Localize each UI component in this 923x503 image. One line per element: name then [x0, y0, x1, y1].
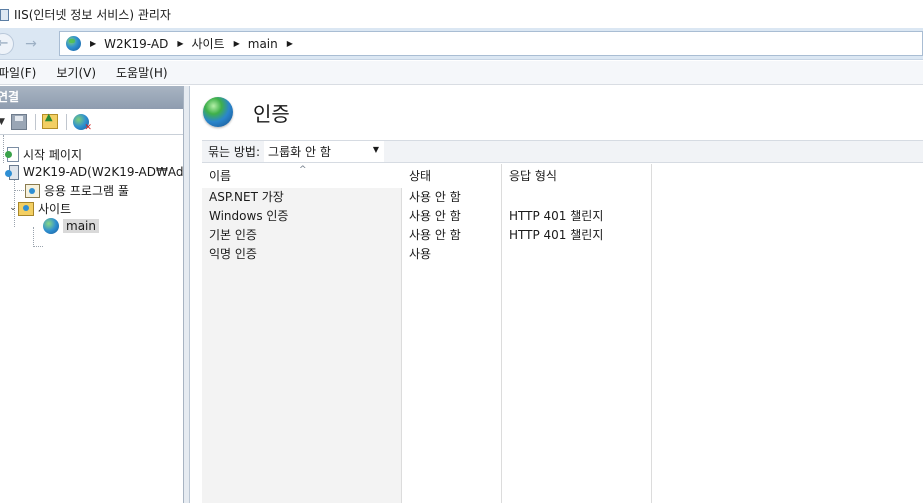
- breadcrumb-main[interactable]: main: [248, 37, 278, 51]
- tree-item-main[interactable]: main: [43, 217, 99, 235]
- up-folder-icon[interactable]: [41, 112, 58, 129]
- breadcrumb-separator-icon[interactable]: ▶: [177, 39, 183, 48]
- site-globe-icon: [43, 218, 59, 234]
- tree-item-label: 시작 페이지: [23, 147, 83, 162]
- table-row[interactable]: ASP.NET 가장: [202, 188, 284, 207]
- table-cell-status: 사용 안 함: [409, 190, 461, 204]
- table-cell-status: 사용 안 함: [409, 209, 461, 223]
- disconnect-icon[interactable]: [72, 113, 92, 133]
- column-header-status[interactable]: 상태: [402, 164, 501, 188]
- column-header-name[interactable]: 이름 ^: [202, 164, 402, 188]
- feature-header: 인증: [190, 86, 923, 138]
- save-icon[interactable]: [10, 113, 27, 130]
- table-cell-response: HTTP 401 챌린지: [509, 228, 604, 242]
- column-name: 이름 ^ ASP.NET 가장 Windows 인증 기본 인증 익명 인증: [202, 164, 402, 503]
- feature-panel: 인증 묶는 방법: 그룹화 안 함 ▼ 이름 ^ ASP.NET 가장 Wind…: [190, 86, 923, 503]
- tree-item-start-page[interactable]: 시작 페이지: [5, 145, 82, 163]
- sort-ascending-icon: ^: [299, 165, 307, 175]
- collapse-chevron-icon[interactable]: ⌄: [8, 203, 18, 213]
- start-page-icon: [5, 147, 19, 162]
- tree-item-label: 사이트: [38, 201, 72, 216]
- table-row[interactable]: 익명 인증: [202, 245, 257, 264]
- column-status: 상태 사용 안 함 사용 안 함 사용 안 함 사용: [402, 164, 502, 503]
- sites-folder-icon: [18, 201, 34, 216]
- table-cell-response: HTTP 401 챌린지: [509, 209, 604, 223]
- menu-file[interactable]: 파일(F): [0, 64, 36, 81]
- group-by-bar: 묶는 방법: 그룹화 안 함 ▼: [202, 140, 923, 163]
- menu-view[interactable]: 보기(V): [56, 64, 96, 81]
- tree-item-label: W2K19-AD(W2K19-AD₩Adr: [23, 165, 189, 179]
- toolbar-divider: [65, 113, 67, 130]
- menu-bar: 파일(F) 보기(V) 도움말(H): [0, 61, 923, 85]
- authentication-list: 이름 ^ ASP.NET 가장 Windows 인증 기본 인증 익명 인증 상…: [202, 164, 923, 503]
- forward-arrow-icon[interactable]: →: [20, 33, 42, 55]
- table-row[interactable]: 기본 인증: [202, 226, 257, 245]
- dropdown-arrow-icon[interactable]: ▼: [373, 145, 379, 154]
- globe-icon: [66, 36, 81, 51]
- tree-line: [14, 190, 24, 191]
- tree-item-app-pools[interactable]: 응용 프로그램 풀: [24, 181, 129, 199]
- server-icon: [5, 165, 19, 180]
- breadcrumb-separator-icon[interactable]: ▶: [287, 39, 293, 48]
- tree-item-label: 응용 프로그램 풀: [44, 183, 129, 198]
- breadcrumb-separator-icon[interactable]: ▶: [234, 39, 240, 48]
- tree-line: [3, 135, 4, 163]
- breadcrumb-separator-icon[interactable]: ▶: [90, 39, 96, 48]
- breadcrumb-sites[interactable]: 사이트: [191, 35, 224, 52]
- table-cell-status: 사용 안 함: [409, 228, 461, 242]
- connections-tree: 시작 페이지 W2K19-AD(W2K19-AD₩Adr 응용 프로그램 풀 ⌄…: [0, 135, 188, 503]
- back-arrow-icon[interactable]: ←: [0, 33, 14, 55]
- breadcrumb-server[interactable]: W2K19-AD: [104, 37, 168, 51]
- breadcrumb[interactable]: ▶ W2K19-AD ▶ 사이트 ▶ main ▶: [59, 31, 923, 56]
- tree-item-label: main: [63, 219, 99, 233]
- page-title: 인증: [253, 102, 290, 126]
- tree-item-sites[interactable]: ⌄ 사이트: [8, 199, 71, 217]
- tree-line: [33, 246, 43, 247]
- iis-app-icon: [0, 8, 10, 21]
- window-title: IIS(인터넷 정보 서비스) 관리자: [14, 7, 171, 22]
- table-cell-response: [502, 245, 509, 264]
- tree-item-server[interactable]: W2K19-AD(W2K19-AD₩Adr: [5, 163, 188, 181]
- table-cell-status: 사용: [409, 247, 432, 261]
- connections-header: 연결: [0, 86, 183, 109]
- app-pool-icon: [24, 183, 40, 198]
- column-header-label: 이름: [209, 169, 232, 183]
- group-by-label: 묶는 방법:: [208, 145, 261, 159]
- menu-help[interactable]: 도움말(H): [116, 64, 168, 81]
- table-row[interactable]: Windows 인증: [202, 207, 288, 226]
- toolbar-divider: [34, 113, 36, 130]
- title-bar: IIS(인터넷 정보 서비스) 관리자: [0, 0, 923, 28]
- address-bar: ← → ▶ W2K19-AD ▶ 사이트 ▶ main ▶: [0, 28, 923, 60]
- connections-panel: 연결 ▼ 시작 페이지 W2K19-AD(W2K19-AD₩Adr 응용 프로그…: [0, 86, 188, 503]
- connections-toolbar: ▼: [0, 109, 183, 135]
- tree-line: [33, 227, 34, 247]
- authentication-globe-icon: [203, 97, 233, 127]
- group-by-select[interactable]: 그룹화 안 함 ▼: [264, 141, 385, 162]
- column-response-type: 응답 형식 HTTP 401 챌린지 HTTP 401 챌린지: [502, 164, 652, 503]
- table-cell-response: [502, 188, 509, 207]
- dropdown-chevron-icon[interactable]: ▼: [0, 117, 5, 127]
- column-header-response[interactable]: 응답 형식: [502, 164, 651, 188]
